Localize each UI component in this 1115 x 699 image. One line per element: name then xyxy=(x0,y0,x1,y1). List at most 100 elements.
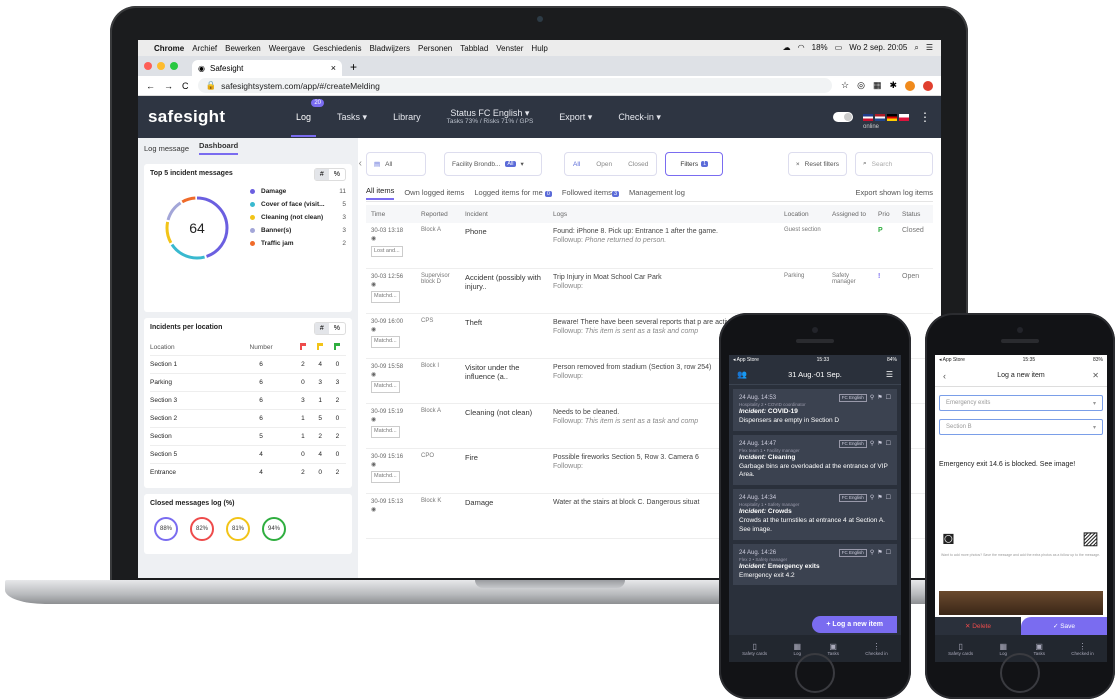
nav-tasks[interactable]: Tasks ▾ xyxy=(324,112,380,123)
filter-icon[interactable]: ☰ xyxy=(886,370,893,379)
maximize-window-icon[interactable] xyxy=(170,62,178,70)
menubar-item[interactable]: Weergave xyxy=(269,44,305,53)
checkbox-icon[interactable]: ☐ xyxy=(886,494,891,502)
table-row[interactable]: Section 36312 xyxy=(150,390,346,409)
camera-icon[interactable]: ◙ xyxy=(943,528,954,549)
tab-all-items[interactable]: All items xyxy=(366,186,395,200)
control-center-icon[interactable]: ☰ xyxy=(926,43,933,53)
checkbox-icon[interactable]: ☐ xyxy=(886,394,891,402)
tab-management-log[interactable]: Management log xyxy=(629,188,685,197)
spotlight-icon[interactable]: ⌕ xyxy=(914,43,918,53)
forward-icon[interactable]: → xyxy=(164,81,173,91)
calendar-icon[interactable]: ▦ xyxy=(873,80,882,91)
tab-logged-for-me[interactable]: Logged items for me 0 xyxy=(474,188,552,197)
home-button[interactable] xyxy=(795,653,835,693)
menubar-item[interactable]: Geschiedenis xyxy=(313,44,361,53)
browser-tab[interactable]: ◉ Safesight × xyxy=(192,60,342,76)
collapse-panel-icon[interactable]: ‹ xyxy=(359,158,362,169)
seg-all[interactable]: All xyxy=(565,153,588,175)
cloud-icon[interactable]: ☁ xyxy=(783,43,791,53)
opera-icon[interactable] xyxy=(923,80,933,91)
star-icon[interactable]: ☆ xyxy=(841,80,849,91)
table-row[interactable]: Parking 6 0 3 3 xyxy=(150,372,346,391)
profile-avatar[interactable] xyxy=(905,80,915,91)
legend-item[interactable]: Traffic jam 2 xyxy=(250,237,346,250)
flag-pl-icon[interactable] xyxy=(899,113,909,121)
image-icon[interactable]: ▨ xyxy=(1082,528,1099,549)
table-row[interactable]: Section 54040 xyxy=(150,444,346,463)
tabbar-item[interactable]: ⋮ Checked in xyxy=(865,642,888,656)
tabbar-item[interactable]: ▯ Safety cards xyxy=(742,642,767,656)
nav-library[interactable]: Library xyxy=(380,112,434,122)
table-row[interactable]: 30-03 13:18 ◉ Lost and... Block A Phone Found… xyxy=(366,223,933,269)
column-header[interactable]: Status xyxy=(897,205,933,223)
minimize-window-icon[interactable] xyxy=(157,62,165,70)
date-range[interactable]: 31 Aug.-01 Sep. xyxy=(788,370,842,379)
table-row[interactable]: Section 26150 xyxy=(150,408,346,427)
reload-icon[interactable]: C xyxy=(182,81,189,91)
all-select[interactable]: ▤ All xyxy=(366,152,426,176)
attached-photo[interactable] xyxy=(939,591,1103,615)
incident-card[interactable]: 24 Aug. 14:47 FC English ⚲ ⚑ ☐ Flex team 1 • … xyxy=(733,434,897,486)
reset-filters-button[interactable]: × Reset filters xyxy=(787,152,847,176)
filters-button[interactable]: Filters 1 xyxy=(665,152,724,176)
close-tab-icon[interactable]: × xyxy=(331,63,336,73)
menubar-clock[interactable]: Wo 2 sep. 20:05 xyxy=(849,43,907,53)
home-button[interactable] xyxy=(1000,653,1040,693)
column-header[interactable]: Time xyxy=(366,205,416,223)
tabbar-item[interactable]: ▦ Log xyxy=(1000,642,1008,656)
facility-select[interactable]: Facility Brondb... All ▾ xyxy=(444,152,542,176)
extension-icon[interactable]: ◎ xyxy=(857,80,865,91)
users-icon[interactable]: 👥 xyxy=(737,370,747,379)
ios-carrier[interactable]: ◂ App Store xyxy=(733,357,759,363)
ios-carrier[interactable]: ◂ App Store xyxy=(939,357,965,363)
battery-icon[interactable]: ▭ xyxy=(835,43,843,53)
brand-logo[interactable]: safesight xyxy=(148,107,283,127)
close-window-icon[interactable] xyxy=(144,62,152,70)
legend-item[interactable]: Cleaning (not clean) 3 xyxy=(250,211,346,224)
close-icon[interactable]: ✕ xyxy=(1092,371,1099,380)
toggle-percent[interactable]: % xyxy=(329,323,345,334)
seg-open[interactable]: Open xyxy=(588,153,620,175)
puzzle-icon[interactable]: ✱ xyxy=(889,80,897,91)
column-header[interactable]: Incident xyxy=(460,205,548,223)
nav-log[interactable]: Log 20 xyxy=(283,99,325,137)
tabbar-item[interactable]: ▯ Safety cards xyxy=(948,642,973,656)
wifi-icon[interactable]: ◠ xyxy=(798,43,805,53)
menubar-app[interactable]: Chrome xyxy=(154,44,184,53)
column-header[interactable]: Prio xyxy=(873,205,897,223)
menubar-item[interactable]: Bladwijzers xyxy=(370,44,410,53)
incident-type-select[interactable]: Emergency exits ▾ xyxy=(939,395,1103,411)
tab-followed[interactable]: Followed items 3 xyxy=(562,188,619,197)
tabbar-item[interactable]: ▣ Tasks xyxy=(827,642,839,656)
legend-item[interactable]: Damage 11 xyxy=(250,185,346,198)
table-row[interactable]: 30-03 12:56 ◉ Matchd... Supervisor block DA… xyxy=(366,268,933,314)
checkbox-icon[interactable]: ☐ xyxy=(886,440,891,448)
column-header[interactable]: Reported xyxy=(416,205,460,223)
toggle-percent[interactable]: % xyxy=(329,169,345,180)
tabbar-item[interactable]: ⋮ Checked in xyxy=(1071,642,1094,656)
location-select[interactable]: Section B ▾ xyxy=(939,419,1103,435)
save-button[interactable]: ✓ Save xyxy=(1021,617,1107,635)
nav-checkin[interactable]: Check-in ▾ xyxy=(605,112,674,123)
tab-log-message[interactable]: Log message xyxy=(144,144,189,153)
online-toggle[interactable] xyxy=(833,112,853,122)
log-new-item-button[interactable]: + Log a new item xyxy=(812,616,897,633)
menubar-item[interactable]: Bewerken xyxy=(225,44,261,53)
table-row[interactable]: Section 5 1 2 2 xyxy=(150,426,346,445)
delete-button[interactable]: ✕ Delete xyxy=(935,617,1021,635)
more-menu-icon[interactable]: ⋮ xyxy=(919,110,931,124)
column-header[interactable]: Location xyxy=(779,205,827,223)
menubar-item[interactable]: Tabblad xyxy=(460,44,488,53)
menubar-item[interactable]: Hulp xyxy=(531,44,547,53)
table-row[interactable]: Entrance 4 2 0 2 xyxy=(150,462,346,481)
table-row[interactable]: Section 16240 xyxy=(150,354,346,373)
tab-dashboard[interactable]: Dashboard xyxy=(199,141,239,155)
tab-own-logged[interactable]: Own logged items xyxy=(404,188,464,197)
nav-status[interactable]: Status FC English ▾ Tasks 73% / Risks 71… xyxy=(434,108,547,126)
column-header[interactable]: Assigned to xyxy=(827,205,873,223)
back-icon[interactable]: ‹ xyxy=(943,371,946,381)
message-field[interactable]: Emergency exit 14.6 is blocked. See imag… xyxy=(939,461,1103,468)
flag-uk-icon[interactable] xyxy=(863,113,873,121)
new-tab-icon[interactable]: + xyxy=(342,58,365,76)
